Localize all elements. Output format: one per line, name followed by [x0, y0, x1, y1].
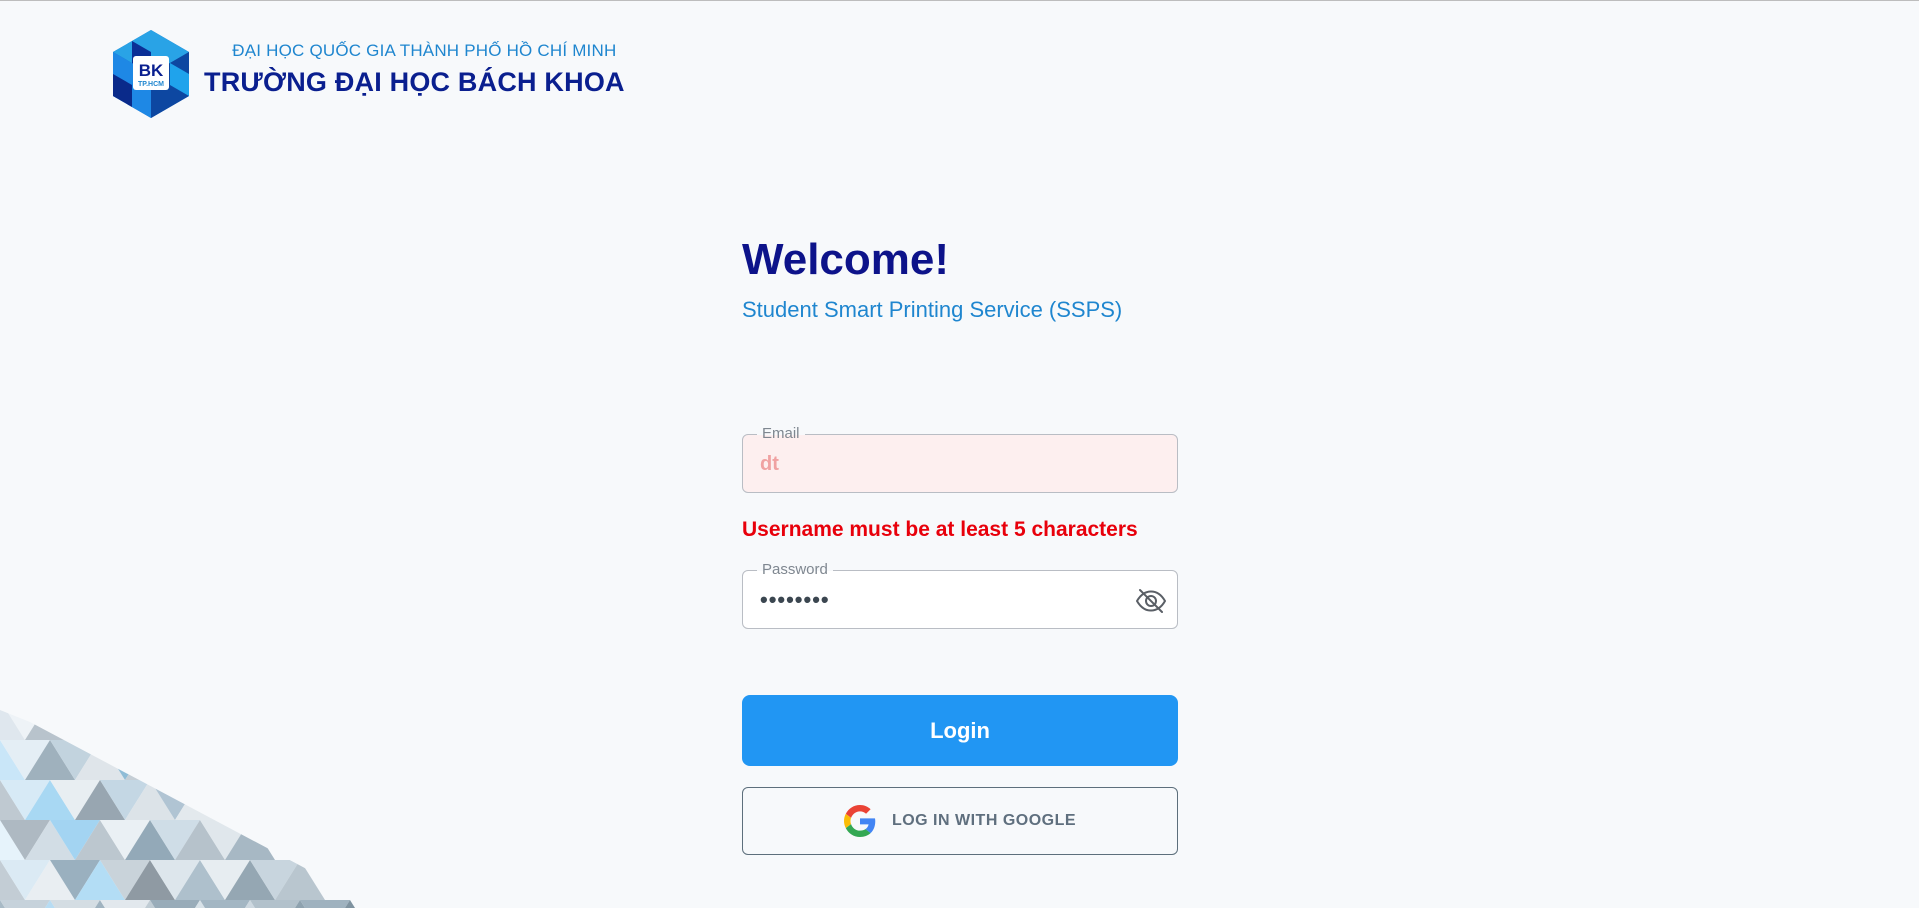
eye-off-icon[interactable] — [1135, 585, 1167, 617]
welcome-title: Welcome! — [742, 235, 950, 284]
logo-text: BK — [139, 61, 164, 80]
email-error-message: Username must be at least 5 characters — [742, 518, 1138, 541]
university-name: TRƯỜNG ĐẠI HỌC BÁCH KHOA — [204, 66, 625, 97]
university-brand: BK TP.HCM ĐẠI HỌC QUỐC GIA THÀNH PHỐ HỒ … — [106, 28, 625, 118]
google-icon — [843, 805, 876, 837]
university-parent-name: ĐẠI HỌC QUỐC GIA THÀNH PHỐ HỒ CHÍ MINH — [232, 40, 617, 60]
top-border — [0, 0, 1919, 1]
google-login-label: LOG IN WITH GOOGLE — [891, 812, 1077, 829]
email-input[interactable]: dt — [760, 452, 779, 476]
logo-subtext: TP.HCM — [138, 81, 164, 88]
google-login-button[interactable]: LOG IN WITH GOOGLE — [742, 787, 1178, 855]
decorative-triangle-pattern — [0, 710, 375, 908]
service-subtitle: Student Smart Printing Service (SSPS) — [742, 297, 1123, 322]
password-input[interactable]: •••••••• — [760, 588, 830, 612]
email-field[interactable]: Email dt — [742, 425, 1178, 493]
bk-logo: BK TP.HCM — [106, 28, 196, 118]
password-field[interactable]: Password •••••••• — [742, 561, 1178, 629]
password-label: Password — [757, 561, 833, 579]
login-button[interactable]: Login — [742, 695, 1178, 766]
email-label: Email — [757, 425, 805, 443]
login-panel: Welcome! Student Smart Printing Service … — [742, 230, 1178, 855]
